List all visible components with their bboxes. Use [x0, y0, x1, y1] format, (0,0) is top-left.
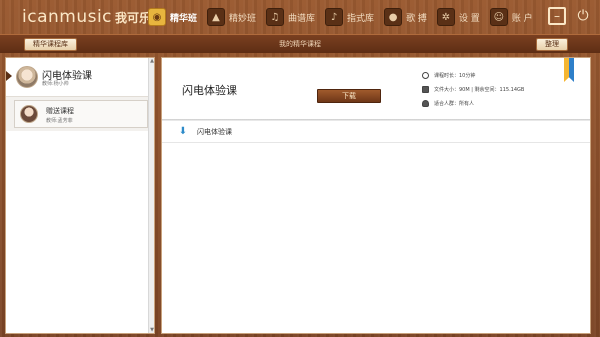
info-audience-text: 适合人群：所有人: [434, 101, 475, 107]
file-row[interactable]: ⬇ 闪电体验课: [162, 121, 590, 143]
nav-item-gebo[interactable]: ● 歌 搏: [384, 6, 427, 28]
person-icon: [422, 100, 429, 107]
course-title: 闪电体验课: [182, 84, 237, 97]
download-button[interactable]: 下载: [317, 89, 381, 103]
nav-label: 精华班: [170, 13, 198, 24]
nav-label: 曲谱库: [288, 13, 316, 24]
window-controls: – ⏻: [548, 7, 592, 25]
nav-item-jingmiaoban[interactable]: ▲ 精妙班: [207, 6, 256, 28]
sidebar-scrollbar[interactable]: ▲ ▼: [148, 58, 154, 333]
file-icon: [422, 86, 429, 93]
microphone-icon: ●: [384, 8, 403, 26]
course-detail-panel: 闪电体验课 下载 课程时长：10分钟 文件大小：90M | 剩余空间：115.1…: [161, 57, 591, 334]
top-bar: icanmusic 我可乐 ◉ 精华班 ▲ 精妙班 ♫ 曲谱库 ♪ 指式库 ● …: [0, 0, 600, 34]
main-nav: ◉ 精华班 ▲ 精妙班 ♫ 曲谱库 ♪ 指式库 ● 歌 搏 ✲ 设 置 ☺ 账 …: [148, 6, 543, 28]
owl-icon: ◉: [148, 8, 166, 26]
power-icon[interactable]: ⏻: [574, 7, 592, 25]
nav-label: 设 置: [458, 13, 480, 24]
organize-button[interactable]: 整理: [536, 38, 568, 51]
list-item[interactable]: 赠送课程 教师:孟芳菲: [6, 96, 149, 131]
nav-item-jinghuaban[interactable]: ◉ 精华班: [148, 6, 197, 28]
user-icon: ☺: [489, 8, 508, 26]
logo-cjk-text: 我可乐: [115, 10, 152, 25]
avatar: [20, 105, 38, 123]
scroll-down-icon[interactable]: ▼: [149, 327, 155, 333]
graduation-cap-icon: ▲: [207, 8, 226, 26]
clock-icon: [422, 72, 429, 79]
nav-label: 指式库: [347, 13, 375, 24]
info-audience: 适合人群：所有人: [422, 100, 474, 107]
avatar: [16, 66, 38, 88]
nav-label: 歌 搏: [406, 13, 427, 24]
sheet-music-icon: ♫: [266, 8, 285, 26]
nav-label: 账 户: [511, 13, 533, 24]
nav-item-settings[interactable]: ✲ 设 置: [436, 6, 480, 28]
nav-item-zhishiku[interactable]: ♪ 指式库: [325, 6, 374, 28]
download-arrow-icon[interactable]: ⬇: [178, 126, 188, 138]
scroll-up-icon[interactable]: ▲: [149, 58, 155, 64]
course-teacher: 教师:杨小帅: [42, 81, 69, 87]
sub-bar: 精华课程库 我的精华课程 整理: [0, 34, 600, 53]
app-logo: icanmusic 我可乐: [22, 7, 151, 27]
info-duration-text: 课程时长：10分钟: [434, 73, 476, 79]
info-filesize: 文件大小：90M | 剩余空间：115.14GB: [422, 86, 524, 93]
nav-label: 精妙班: [229, 13, 257, 24]
info-filesize-text: 文件大小：90M | 剩余空间：115.14GB: [434, 87, 525, 93]
logo-text: icanmusic: [22, 7, 113, 27]
nav-item-qupuku[interactable]: ♫ 曲谱库: [266, 6, 315, 28]
course-list: 闪电体验课 教师:杨小帅 赠送课程 教师:孟芳菲 ▲ ▼: [5, 57, 155, 334]
minimize-icon[interactable]: –: [548, 7, 566, 25]
course-name: 赠送课程: [46, 107, 74, 115]
guitar-icon: ♪: [325, 8, 344, 26]
nav-item-account[interactable]: ☺ 账 户: [489, 6, 533, 28]
course-teacher: 教师:孟芳菲: [46, 118, 73, 124]
list-item[interactable]: 闪电体验课 教师:杨小帅: [6, 58, 149, 96]
gear-icon: ✲: [436, 8, 455, 26]
page-title: 我的精华课程: [279, 40, 321, 48]
file-name: 闪电体验课: [197, 128, 232, 136]
info-duration: 课程时长：10分钟: [422, 72, 475, 79]
selected-arrow-icon: [6, 71, 12, 81]
bookmark-icon: [564, 58, 574, 82]
